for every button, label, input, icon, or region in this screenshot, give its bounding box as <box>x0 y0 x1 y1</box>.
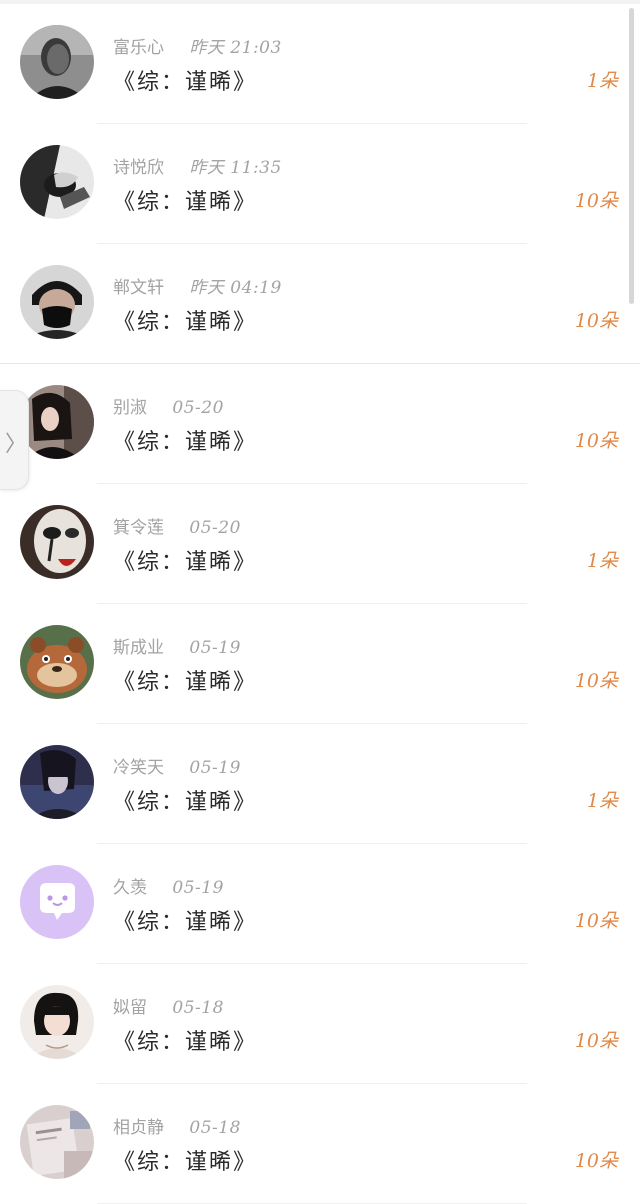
timestamp: 昨天 21:03 <box>189 38 282 58</box>
timestamp: 昨天 04:19 <box>189 278 282 298</box>
user-name: 富乐心 <box>113 38 164 58</box>
book-title: 《综：谨晞》 <box>113 1030 258 1055</box>
user-name: 别淑 <box>113 398 147 418</box>
book-title: 《综：谨晞》 <box>113 1150 258 1175</box>
list-item[interactable]: 富乐心 昨天 21:03 《综：谨晞》 1朵 <box>0 4 640 124</box>
avatar-man-grayscale-portrait-icon <box>20 25 94 99</box>
gift-amount: 10朵 <box>574 670 618 692</box>
timestamp: 昨天 11:35 <box>189 158 282 178</box>
avatar[interactable] <box>20 745 94 819</box>
avatar-girl-dark-hair-icon <box>20 385 94 459</box>
item-meta: 冷笑天 05-19 <box>113 753 241 778</box>
item-meta: 姒留 05-18 <box>113 993 224 1018</box>
item-meta: 别淑 05-20 <box>113 393 224 418</box>
list-item[interactable]: 姒留 05-18 《综：谨晞》 10朵 <box>0 964 640 1084</box>
user-name: 斯成业 <box>113 638 164 658</box>
avatar-man-black-white-hands-icon <box>20 145 94 219</box>
avatar[interactable] <box>20 265 94 339</box>
gift-amount: 1朵 <box>586 790 618 812</box>
book-title: 《综：谨晞》 <box>113 430 258 455</box>
gift-amount: 10朵 <box>574 430 618 452</box>
user-name: 冷笑天 <box>113 758 164 778</box>
list-item[interactable]: 斯成业 05-19 《综：谨晞》 10朵 <box>0 604 640 724</box>
book-title: 《综：谨晞》 <box>113 70 258 95</box>
user-name: 箕令莲 <box>113 518 164 538</box>
avatar[interactable] <box>20 1105 94 1179</box>
avatar[interactable] <box>20 865 94 939</box>
timestamp: 05-20 <box>172 398 224 418</box>
list-item[interactable]: 箕令莲 05-20 《综：谨晞》 1朵 <box>0 484 640 604</box>
timestamp: 05-19 <box>189 638 241 658</box>
timestamp: 05-19 <box>189 758 241 778</box>
timestamp: 05-18 <box>172 998 224 1018</box>
gift-amount: 10朵 <box>574 310 618 332</box>
avatar[interactable] <box>20 385 94 459</box>
item-meta: 箕令莲 05-20 <box>113 513 241 538</box>
gift-amount: 10朵 <box>574 910 618 932</box>
timestamp: 05-19 <box>172 878 224 898</box>
avatar[interactable] <box>20 25 94 99</box>
avatar[interactable] <box>20 985 94 1059</box>
gift-record-list: 富乐心 昨天 21:03 《综：谨晞》 1朵 诗悦欣 昨天 11:35 《综：谨… <box>0 4 640 1204</box>
list-item[interactable]: 别淑 05-20 《综：谨晞》 10朵 <box>0 364 640 484</box>
list-item[interactable]: 诗悦欣 昨天 11:35 《综：谨晞》 10朵 <box>0 124 640 244</box>
user-name: 诗悦欣 <box>113 158 164 178</box>
book-title: 《综：谨晞》 <box>113 910 258 935</box>
gift-amount: 10朵 <box>574 190 618 212</box>
scrollbar[interactable] <box>629 8 634 304</box>
chevron-right-icon: 〉 <box>5 432 28 457</box>
item-meta: 诗悦欣 昨天 11:35 <box>113 153 282 178</box>
item-meta: 相贞静 05-18 <box>113 1113 241 1138</box>
user-name: 郸文轩 <box>113 278 164 298</box>
avatar-girl-bob-hair-icon <box>20 985 94 1059</box>
avatar[interactable] <box>20 505 94 579</box>
book-title: 《综：谨晞》 <box>113 790 258 815</box>
book-title: 《综：谨晞》 <box>113 670 258 695</box>
book-title: 《综：谨晞》 <box>113 550 258 575</box>
gift-amount: 1朵 <box>586 70 618 92</box>
avatar[interactable] <box>20 145 94 219</box>
list-item[interactable]: 久羡 05-19 《综：谨晞》 10朵 <box>0 844 640 964</box>
item-meta: 富乐心 昨天 21:03 <box>113 33 282 58</box>
avatar[interactable] <box>20 625 94 699</box>
item-meta: 斯成业 05-19 <box>113 633 241 658</box>
side-drawer-handle[interactable]: 〉 <box>0 390 29 490</box>
book-title: 《综：谨晞》 <box>113 310 258 335</box>
avatar-clown-face-icon <box>20 505 94 579</box>
user-name: 姒留 <box>113 998 147 1018</box>
item-meta: 久羡 05-19 <box>113 873 224 898</box>
timestamp: 05-20 <box>189 518 241 538</box>
gift-amount: 1朵 <box>586 550 618 572</box>
avatar-book-photo-icon <box>20 1105 94 1179</box>
avatar-man-black-mask-icon <box>20 265 94 339</box>
user-name: 久羡 <box>113 878 147 898</box>
avatar-cartoon-bear-icon <box>20 625 94 699</box>
timestamp: 05-18 <box>189 1118 241 1138</box>
list-item[interactable]: 郸文轩 昨天 04:19 《综：谨晞》 10朵 <box>0 244 640 364</box>
book-title: 《综：谨晞》 <box>113 190 258 215</box>
list-item[interactable]: 相贞静 05-18 《综：谨晞》 10朵 <box>0 1084 640 1204</box>
gift-amount: 10朵 <box>574 1030 618 1052</box>
list-item[interactable]: 冷笑天 05-19 《综：谨晞》 1朵 <box>0 724 640 844</box>
avatar-anime-dark-hair-icon <box>20 745 94 819</box>
user-name: 相贞静 <box>113 1118 164 1138</box>
gift-amount: 10朵 <box>574 1150 618 1172</box>
avatar-purple-chat-bubble-icon <box>20 865 94 939</box>
item-meta: 郸文轩 昨天 04:19 <box>113 273 282 298</box>
